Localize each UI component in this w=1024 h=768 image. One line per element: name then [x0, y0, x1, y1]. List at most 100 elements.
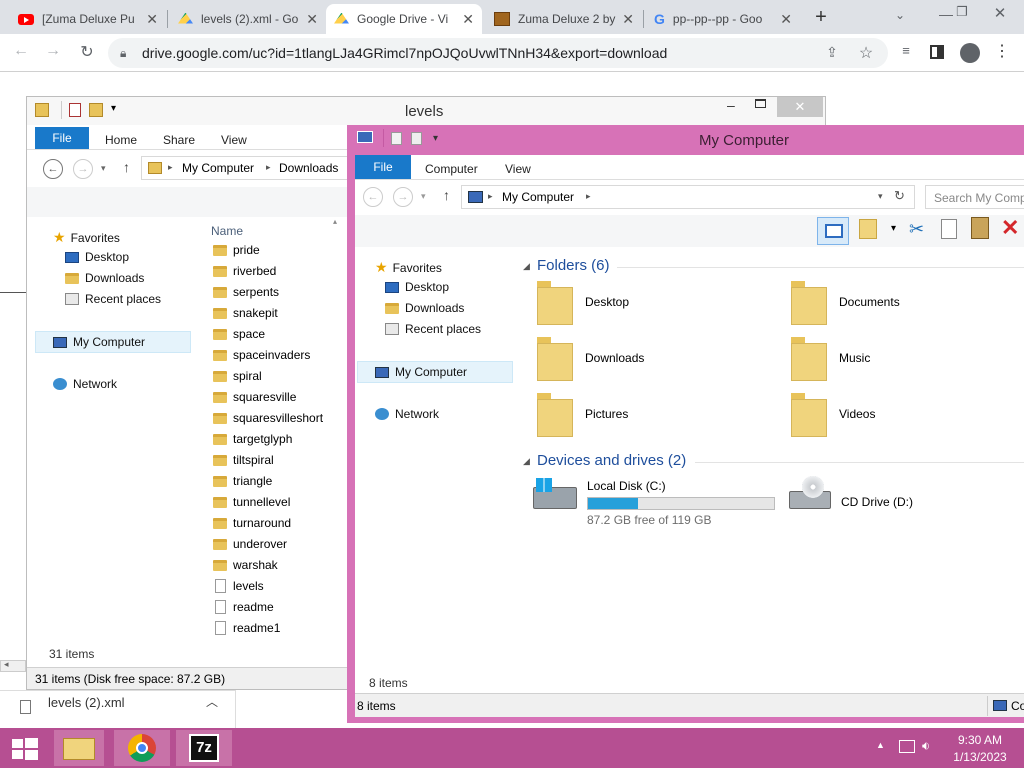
reload-icon[interactable]: ↻ — [76, 42, 98, 62]
back-arrow-icon[interactable]: ← — [43, 159, 63, 179]
tab-levels-xml[interactable]: levels (2).xml - Go ✕ — [170, 4, 326, 34]
properties-icon[interactable] — [391, 132, 402, 145]
file-list-item[interactable]: spaceinvaders — [213, 348, 310, 362]
collapse-group-icon[interactable]: ◢ — [523, 261, 530, 272]
collapse-group-icon[interactable]: ◢ — [523, 456, 530, 467]
show-hidden-icons-icon[interactable]: ▲ — [876, 740, 885, 750]
address-dropdown-icon[interactable]: ▾ — [878, 191, 883, 202]
ribbon-tab-home[interactable]: Home — [105, 133, 137, 147]
recent-locations-chevron-icon[interactable]: ▾ — [101, 163, 106, 174]
close-tab-icon[interactable]: ✕ — [146, 11, 158, 28]
file-list-item[interactable]: levels — [213, 579, 264, 593]
breadcrumb-downloads[interactable]: Downloads — [279, 161, 338, 175]
nav-downloads[interactable]: Downloads — [65, 271, 144, 285]
ribbon-tab-computer[interactable]: Computer — [425, 162, 478, 176]
clock[interactable]: 9:30 AM 1/13/2023 — [950, 733, 1010, 764]
breadcrumb-my-computer[interactable]: My Computer — [182, 161, 254, 175]
refresh-icon[interactable]: ↻ — [894, 188, 905, 204]
folder-item-videos[interactable]: Videos — [789, 393, 1009, 443]
close-icon[interactable]: ✕ — [777, 97, 823, 117]
file-list-item[interactable]: warshak — [213, 558, 278, 572]
nav-desktop[interactable]: Desktop — [385, 280, 449, 294]
side-panel-icon[interactable] — [930, 45, 944, 59]
taskbar-7zip[interactable]: 7z — [176, 730, 232, 766]
folder-item-pictures[interactable]: Pictures — [535, 393, 755, 443]
chevron-up-icon[interactable]: ︿ — [206, 693, 218, 710]
cut-icon[interactable]: ✂ — [909, 219, 924, 240]
nav-favorites[interactable]: ★ Favorites — [375, 259, 442, 276]
cd-drive-item[interactable]: CD Drive (D:) — [785, 476, 945, 521]
qat-dropdown-icon[interactable]: ▾ — [433, 133, 438, 144]
nav-desktop[interactable]: Desktop — [65, 250, 129, 264]
taskbar-file-explorer[interactable] — [54, 730, 104, 766]
ribbon-tab-file[interactable]: File — [355, 155, 411, 179]
nav-my-computer[interactable]: My Computer — [375, 365, 467, 379]
nav-recent-places[interactable]: Recent places — [385, 322, 481, 336]
reading-list-icon[interactable]: ≡ — [896, 43, 916, 58]
restore-window-icon[interactable]: ❐ — [952, 4, 972, 20]
up-arrow-icon[interactable]: ↑ — [123, 159, 130, 175]
copy-icon[interactable] — [941, 219, 957, 239]
local-disk-item[interactable]: Local Disk (C:) 87.2 GB free of 119 GB — [531, 477, 775, 527]
file-list-item[interactable]: readme1 — [213, 621, 280, 635]
close-tab-icon[interactable]: ✕ — [622, 11, 634, 28]
qat-dropdown-icon[interactable]: ▾ — [111, 103, 116, 114]
ribbon-tab-view[interactable]: View — [505, 162, 531, 176]
file-list-item[interactable]: squaresvilleshort — [213, 411, 323, 425]
close-tab-icon[interactable]: ✕ — [306, 11, 318, 28]
file-list-item[interactable]: triangle — [213, 474, 272, 488]
menu-kebab-icon[interactable]: ⋮ — [994, 41, 1010, 61]
nav-downloads[interactable]: Downloads — [385, 301, 464, 315]
minimize-icon[interactable]: – — [727, 97, 735, 113]
tab-zuma-deluxe-2[interactable]: Zuma Deluxe 2 by ✕ — [486, 4, 642, 34]
file-list-item[interactable]: underover — [213, 537, 287, 551]
folder-item-downloads[interactable]: Downloads — [535, 337, 755, 387]
download-shelf-item[interactable]: levels (2).xml ︿ — [0, 690, 236, 728]
start-windows-icon[interactable] — [12, 738, 38, 760]
folder-item-music[interactable]: Music — [789, 337, 1009, 387]
properties-icon[interactable] — [69, 103, 81, 117]
search-box[interactable]: Search My Comp — [925, 185, 1024, 209]
ribbon-tab-share[interactable]: Share — [163, 133, 195, 147]
back-arrow-icon[interactable]: ← — [363, 187, 383, 207]
new-tab-button[interactable]: + — [810, 6, 832, 29]
tab-google-drive[interactable]: Google Drive - Vi ✕ — [326, 4, 482, 34]
file-list-item[interactable]: pride — [213, 243, 260, 257]
network-tray-icon[interactable] — [899, 740, 915, 753]
tab-zuma-deluxe-youtube[interactable]: [Zuma Deluxe Pu ✕ — [10, 4, 166, 34]
file-list-item[interactable]: tiltspiral — [213, 453, 274, 467]
up-arrow-icon[interactable]: ↑ — [443, 187, 450, 203]
volume-icon[interactable]: 🔉︎ — [922, 738, 930, 754]
profile-avatar[interactable] — [960, 43, 980, 63]
column-header-name[interactable]: Name — [211, 224, 243, 238]
address-breadcrumb[interactable]: ▸ My Computer ▸ ▾ ↻ — [461, 185, 915, 209]
folder-item-desktop[interactable]: Desktop — [535, 281, 755, 331]
file-list-item[interactable]: readme — [213, 600, 274, 614]
dropdown-chevron-icon[interactable]: ▾ — [891, 223, 896, 234]
file-list-item[interactable]: snakepit — [213, 306, 278, 320]
file-list-item[interactable]: serpents — [213, 285, 279, 299]
tab-google-search[interactable]: G pp--pp--pp - Goo ✕ — [646, 4, 800, 34]
forward-arrow-icon[interactable]: → — [393, 187, 413, 207]
nav-recent-places[interactable]: Recent places — [65, 292, 161, 306]
tab-search-chevron-icon[interactable]: ⌄ — [890, 8, 910, 22]
delete-icon[interactable]: ✕ — [1001, 215, 1019, 241]
nav-my-computer[interactable]: My Computer — [53, 335, 145, 349]
new-folder-icon[interactable] — [411, 132, 422, 145]
nav-network[interactable]: Network — [375, 407, 439, 421]
preview-pane-button[interactable] — [817, 217, 849, 245]
address-bar[interactable]: 🔒︎ drive.google.com/uc?id=1tlangLJa4GRim… — [108, 38, 888, 68]
devices-group-header[interactable]: Devices and drives (2) — [537, 452, 686, 469]
share-icon[interactable]: ⇪ — [822, 44, 842, 61]
ribbon-tab-file[interactable]: File — [35, 127, 89, 149]
taskbar-chrome[interactable] — [114, 730, 170, 766]
file-list-item[interactable]: riverbed — [213, 264, 276, 278]
file-list-item[interactable]: targetglyph — [213, 432, 292, 446]
back-arrow-icon[interactable]: ← — [10, 42, 32, 60]
forward-arrow-icon[interactable]: → — [42, 42, 64, 60]
file-list-item[interactable]: space — [213, 327, 265, 341]
ribbon-tab-view[interactable]: View — [221, 133, 247, 147]
file-list-item[interactable]: tunnellevel — [213, 495, 290, 509]
file-list-item[interactable]: spiral — [213, 369, 262, 383]
horizontal-scrollbar[interactable]: ◂ — [0, 659, 26, 672]
